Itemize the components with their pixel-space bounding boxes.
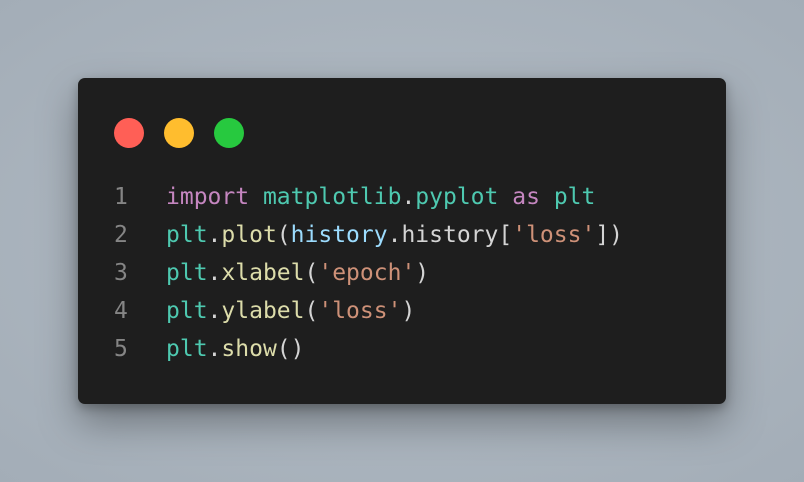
maximize-button[interactable] <box>214 118 244 148</box>
code-token: ylabel <box>221 298 305 324</box>
code-token: import <box>166 184 250 210</box>
code-token: plt <box>553 184 596 210</box>
line-number: 2 <box>114 222 128 248</box>
line-source: plt.xlabel('epoch') <box>166 254 429 292</box>
code-token: 'epoch' <box>318 260 416 286</box>
code-token: history <box>290 222 388 248</box>
code-token: show <box>221 336 277 362</box>
code-token: ( <box>304 298 319 324</box>
code-token: () <box>276 336 305 362</box>
code-token: matplotlib <box>262 184 402 210</box>
code-token: plot <box>221 222 277 248</box>
line-source: plt.ylabel('loss') <box>166 292 415 330</box>
code-token: ) <box>401 298 416 324</box>
minimize-button[interactable] <box>164 118 194 148</box>
code-token: plt <box>166 222 208 248</box>
line-source: plt.plot(history.history['loss']) <box>166 216 623 254</box>
code-token: as <box>512 184 540 210</box>
code-token: . <box>207 336 222 362</box>
code-token: .history[ <box>387 222 513 248</box>
line-number: 4 <box>114 298 128 324</box>
code-token: . <box>207 222 222 248</box>
line-number: 3 <box>114 260 128 286</box>
code-token: plt <box>166 260 208 286</box>
code-token: ]) <box>595 222 624 248</box>
code-token: . <box>207 298 222 324</box>
code-token: xlabel <box>221 260 305 286</box>
code-token: 'loss' <box>318 298 402 324</box>
code-token: . <box>207 260 222 286</box>
code-token: plt <box>166 298 208 324</box>
close-button[interactable] <box>114 118 144 148</box>
line-source: import matplotlib.pyplot as plt <box>166 178 595 216</box>
code-token: pyplot <box>415 184 499 210</box>
line-number: 1 <box>114 184 128 210</box>
line-number: 5 <box>114 336 128 362</box>
line-source: plt.show() <box>166 330 305 368</box>
code-token: ( <box>276 222 291 248</box>
code-token: . <box>401 184 416 210</box>
code-token: ) <box>415 260 430 286</box>
code-token: plt <box>166 336 208 362</box>
code-window: 1 import matplotlib.pyplot as plt 2 plt.plo… <box>78 78 726 404</box>
code-token: 'loss' <box>512 222 596 248</box>
code-token: ( <box>304 260 319 286</box>
